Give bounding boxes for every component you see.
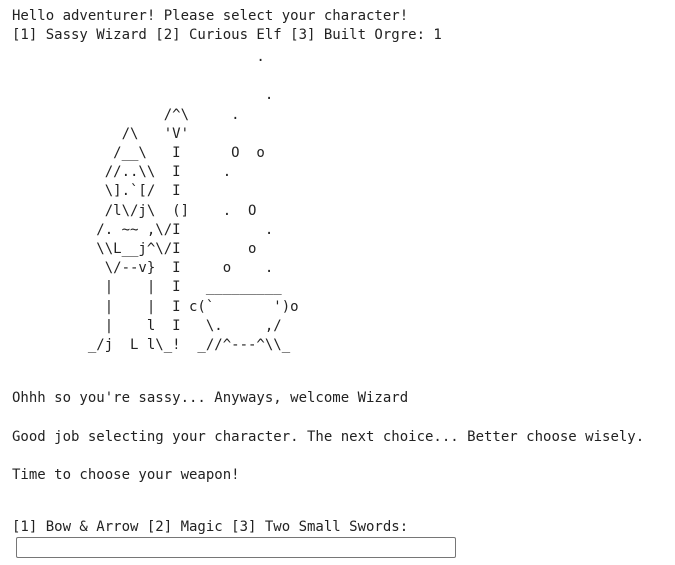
weapon-menu-text: [1] Bow & Arrow [2] Magic [3] Two Small … (12, 519, 409, 535)
sassy-response-text: Ohhh so you're sassy... Anyways, welcome… (12, 390, 409, 406)
character-menu-text: [1] Sassy Wizard [2] Curious Elf [3] Bui… (12, 27, 442, 43)
weapon-choice-input[interactable] (16, 537, 456, 558)
greeting-text: Hello adventurer! Please select your cha… (12, 8, 409, 24)
next-choice-text: Good job selecting your character. The n… (12, 429, 645, 445)
weapon-prompt-text: Time to choose your weapon! (12, 467, 240, 483)
wizard-ascii-art: . . /^\ . /\ 'V' /__\ I O o //..\\ I . \… (87, 49, 299, 354)
